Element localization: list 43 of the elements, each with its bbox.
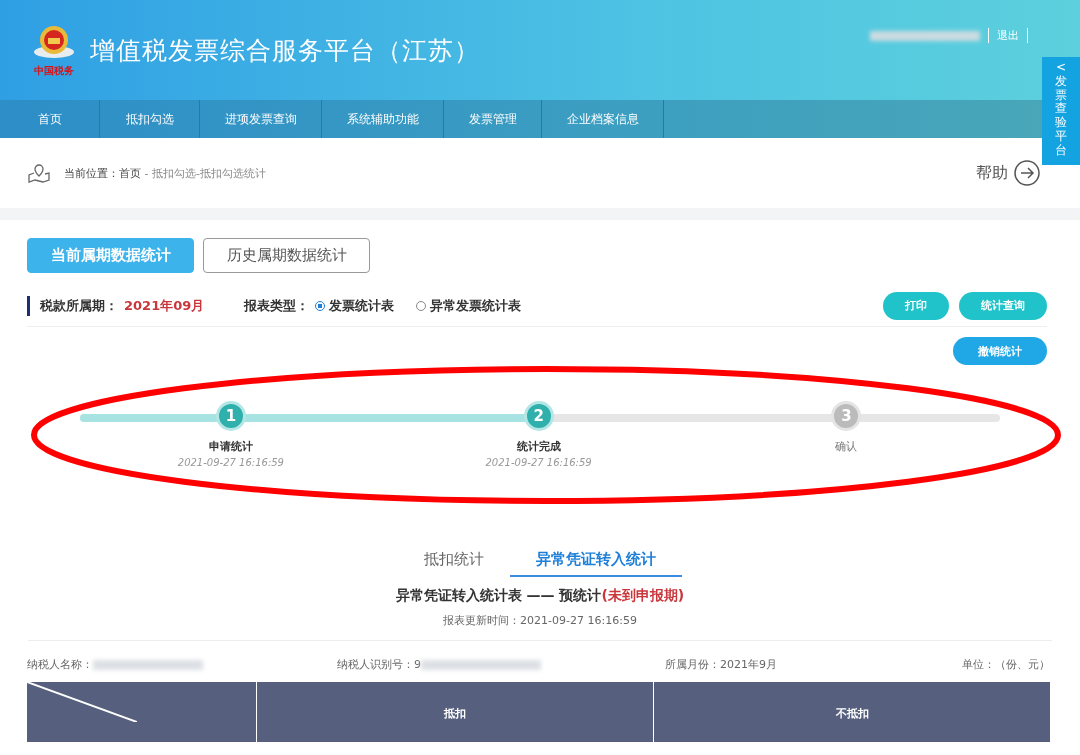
report-tab[interactable]: 异常凭证转入统计 — [510, 546, 682, 577]
column-header: 不抵扣 — [653, 682, 1050, 742]
report-tab[interactable]: 抵扣统计 — [398, 546, 510, 577]
radio-icon[interactable] — [315, 300, 326, 311]
step-label: 统计完成 — [516, 439, 561, 454]
step-number: 3 — [831, 401, 862, 431]
nav-item[interactable]: 进项发票查询 — [200, 100, 322, 138]
period-value: 2021年09月 — [124, 296, 205, 315]
step-number: 1 — [215, 401, 246, 431]
period-tab[interactable]: 当前属期数据统计 — [27, 238, 194, 273]
breadcrumb: 当前位置：首页 - 抵扣勾选-抵扣勾选统计 — [64, 165, 267, 181]
report-type-label: 报表类型： — [244, 296, 310, 315]
report-type-radio[interactable]: 异常发票统计表 — [416, 296, 522, 315]
update-time: 报表更新时间：2021-09-27 16:16:59 — [28, 613, 1052, 641]
step-time: 2021-09-27 16:16:59 — [177, 457, 284, 468]
step-number: 2 — [523, 401, 554, 431]
taxpayer-id-label: 纳税人识别号：9 — [337, 657, 421, 672]
step-time: 2021-09-27 16:16:59 — [485, 457, 592, 468]
nav-item[interactable]: 系统辅助功能 — [322, 100, 444, 138]
logo-text: 中国税务 — [34, 64, 74, 78]
nav-item[interactable]: 首页 — [0, 100, 100, 138]
report-type-radio[interactable]: 发票统计表 — [315, 296, 395, 315]
column-header: 抵扣 — [256, 682, 653, 742]
action-button[interactable]: 打印 — [883, 291, 949, 320]
nav-item[interactable]: 企业档案信息 — [542, 100, 664, 138]
help-link[interactable]: 帮助 — [976, 160, 1040, 186]
period-tab[interactable]: 历史属期数据统计 — [203, 238, 370, 273]
nav-item[interactable]: 抵扣勾选 — [100, 100, 200, 138]
unit-text: 单位：（份、元） — [962, 657, 1050, 672]
period-label: 税款所属期： — [40, 296, 118, 315]
month-text: 所属月份：2021年9月 — [665, 657, 777, 672]
action-button[interactable]: 统计查询 — [959, 291, 1047, 320]
radio-icon[interactable] — [416, 300, 427, 311]
step-label: 确认 — [835, 439, 858, 454]
taxpayer-name-label: 纳税人名称： — [27, 657, 93, 672]
report-title: 异常凭证转入统计表 —— 预统计(未到申报期) — [394, 587, 686, 605]
side-tab[interactable]: < 发票查验平台 — [1042, 57, 1080, 165]
step-label: 申请统计 — [208, 439, 253, 454]
nav-item[interactable]: 发票管理 — [444, 100, 542, 138]
logout-link[interactable]: 退出 — [988, 28, 1028, 43]
location-map-icon — [28, 163, 50, 183]
site-title: 增值税发票综合服务平台（江苏） — [90, 34, 480, 67]
cancel-stats-button[interactable]: 撤销统计 — [953, 337, 1047, 365]
